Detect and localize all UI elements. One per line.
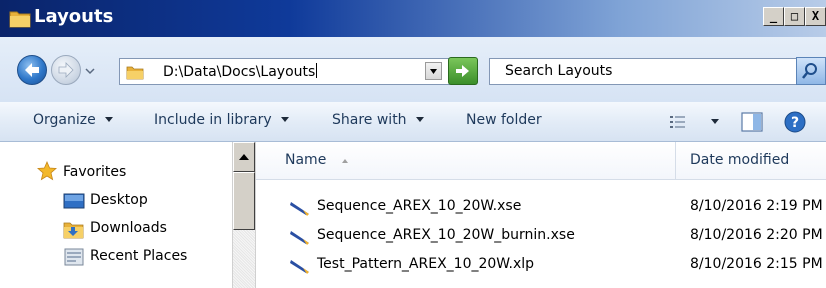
chevron-up-icon	[239, 154, 249, 160]
preview-pane-icon[interactable]	[741, 112, 763, 132]
search-button[interactable]	[796, 57, 826, 85]
star-icon	[37, 161, 57, 181]
desktop-icon	[63, 193, 85, 209]
chevron-down-icon	[280, 117, 289, 122]
column-name-label: Name	[285, 152, 327, 168]
new-folder-button[interactable]: New folder	[466, 112, 542, 128]
arrow-right-icon	[58, 62, 74, 78]
file-date-modified: 8/10/2016 2:20 PM	[690, 227, 823, 243]
file-list: Name Date modified Sequence_AREX_10_20W.…	[256, 142, 826, 288]
navigation-scrollbar[interactable]	[232, 142, 256, 288]
sidebar-item-label: Recent Places	[90, 248, 188, 264]
sidebar-item-recent-places[interactable]: Recent Places	[63, 246, 228, 268]
nav-favorites-label: Favorites	[63, 164, 127, 180]
xlp-file-icon	[290, 260, 309, 274]
refresh-button[interactable]	[448, 57, 478, 85]
table-row[interactable]: Sequence_AREX_10_20W_burnin.xse 8/10/201…	[256, 222, 826, 250]
scroll-thumb[interactable]	[233, 172, 255, 230]
scroll-up-button[interactable]	[233, 142, 255, 172]
address-path[interactable]: D:\Data\Docs\Layouts	[163, 63, 318, 80]
include-in-library-menu[interactable]: Include in library	[154, 112, 289, 128]
chevron-down-icon	[415, 117, 424, 122]
view-options-icon[interactable]	[669, 114, 687, 130]
sidebar-item-label: Downloads	[90, 220, 167, 236]
recent-places-icon	[64, 248, 84, 266]
address-bar[interactable]: D:\Data\Docs\Layouts	[119, 58, 469, 85]
recent-pages-dropdown[interactable]	[83, 64, 97, 78]
command-bar: Organize Include in library Share with N…	[0, 102, 826, 142]
column-date-label: Date modified	[690, 152, 790, 168]
chevron-down-icon	[430, 69, 437, 74]
title-bar[interactable]: Layouts _ □ X	[0, 0, 826, 37]
downloads-icon	[63, 222, 84, 239]
xse-file-icon	[290, 231, 309, 245]
column-header-row: Name Date modified	[256, 142, 826, 180]
file-name: Sequence_AREX_10_20W_burnin.xse	[317, 227, 575, 243]
arrow-left-icon	[25, 63, 39, 77]
refresh-icon	[456, 65, 469, 77]
view-dropdown-icon[interactable]	[710, 118, 720, 126]
folder-icon	[126, 66, 144, 80]
search-placeholder: Search Layouts	[505, 63, 613, 79]
sidebar-item-downloads[interactable]: Downloads	[63, 218, 228, 240]
sort-ascending-icon	[342, 159, 348, 163]
help-icon[interactable]: ?	[784, 111, 806, 133]
explorer-window: Layouts _ □ X D:\Data\Docs\Layouts Searc…	[0, 0, 826, 288]
file-date-modified: 8/10/2016 2:15 PM	[690, 256, 823, 272]
file-name: Test_Pattern_AREX_10_20W.xlp	[317, 256, 535, 272]
file-date-modified: 8/10/2016 2:19 PM	[690, 198, 823, 214]
column-header-name[interactable]: Name	[256, 142, 676, 179]
address-row: D:\Data\Docs\Layouts Search Layouts	[0, 37, 826, 102]
file-name: Sequence_AREX_10_20W.xse	[317, 198, 522, 214]
column-header-date-modified[interactable]: Date modified	[676, 142, 826, 179]
chevron-down-icon	[104, 117, 113, 122]
sidebar-item-desktop[interactable]: Desktop	[63, 190, 228, 212]
minimize-button[interactable]: _	[763, 7, 784, 26]
address-dropdown-button[interactable]	[425, 62, 442, 80]
nav-favorites[interactable]: Favorites	[37, 160, 227, 182]
forward-button[interactable]	[51, 55, 81, 85]
share-with-menu[interactable]: Share with	[332, 112, 424, 128]
svg-text:?: ?	[791, 115, 799, 131]
xse-file-icon	[290, 202, 309, 216]
table-row[interactable]: Sequence_AREX_10_20W.xse 8/10/2016 2:19 …	[256, 193, 826, 221]
organize-menu[interactable]: Organize	[33, 112, 113, 128]
close-button[interactable]: X	[805, 7, 826, 26]
table-row[interactable]: Test_Pattern_AREX_10_20W.xlp 8/10/2016 2…	[256, 251, 826, 279]
back-button[interactable]	[17, 55, 47, 85]
window-title: Layouts	[34, 6, 114, 27]
sidebar-item-label: Desktop	[90, 192, 148, 208]
search-input[interactable]: Search Layouts	[489, 58, 809, 85]
navigation-pane: Favorites Desktop Downloads Recent Place…	[0, 142, 232, 288]
maximize-button[interactable]: □	[784, 7, 805, 26]
search-icon	[802, 63, 817, 79]
folder-icon	[9, 11, 31, 28]
